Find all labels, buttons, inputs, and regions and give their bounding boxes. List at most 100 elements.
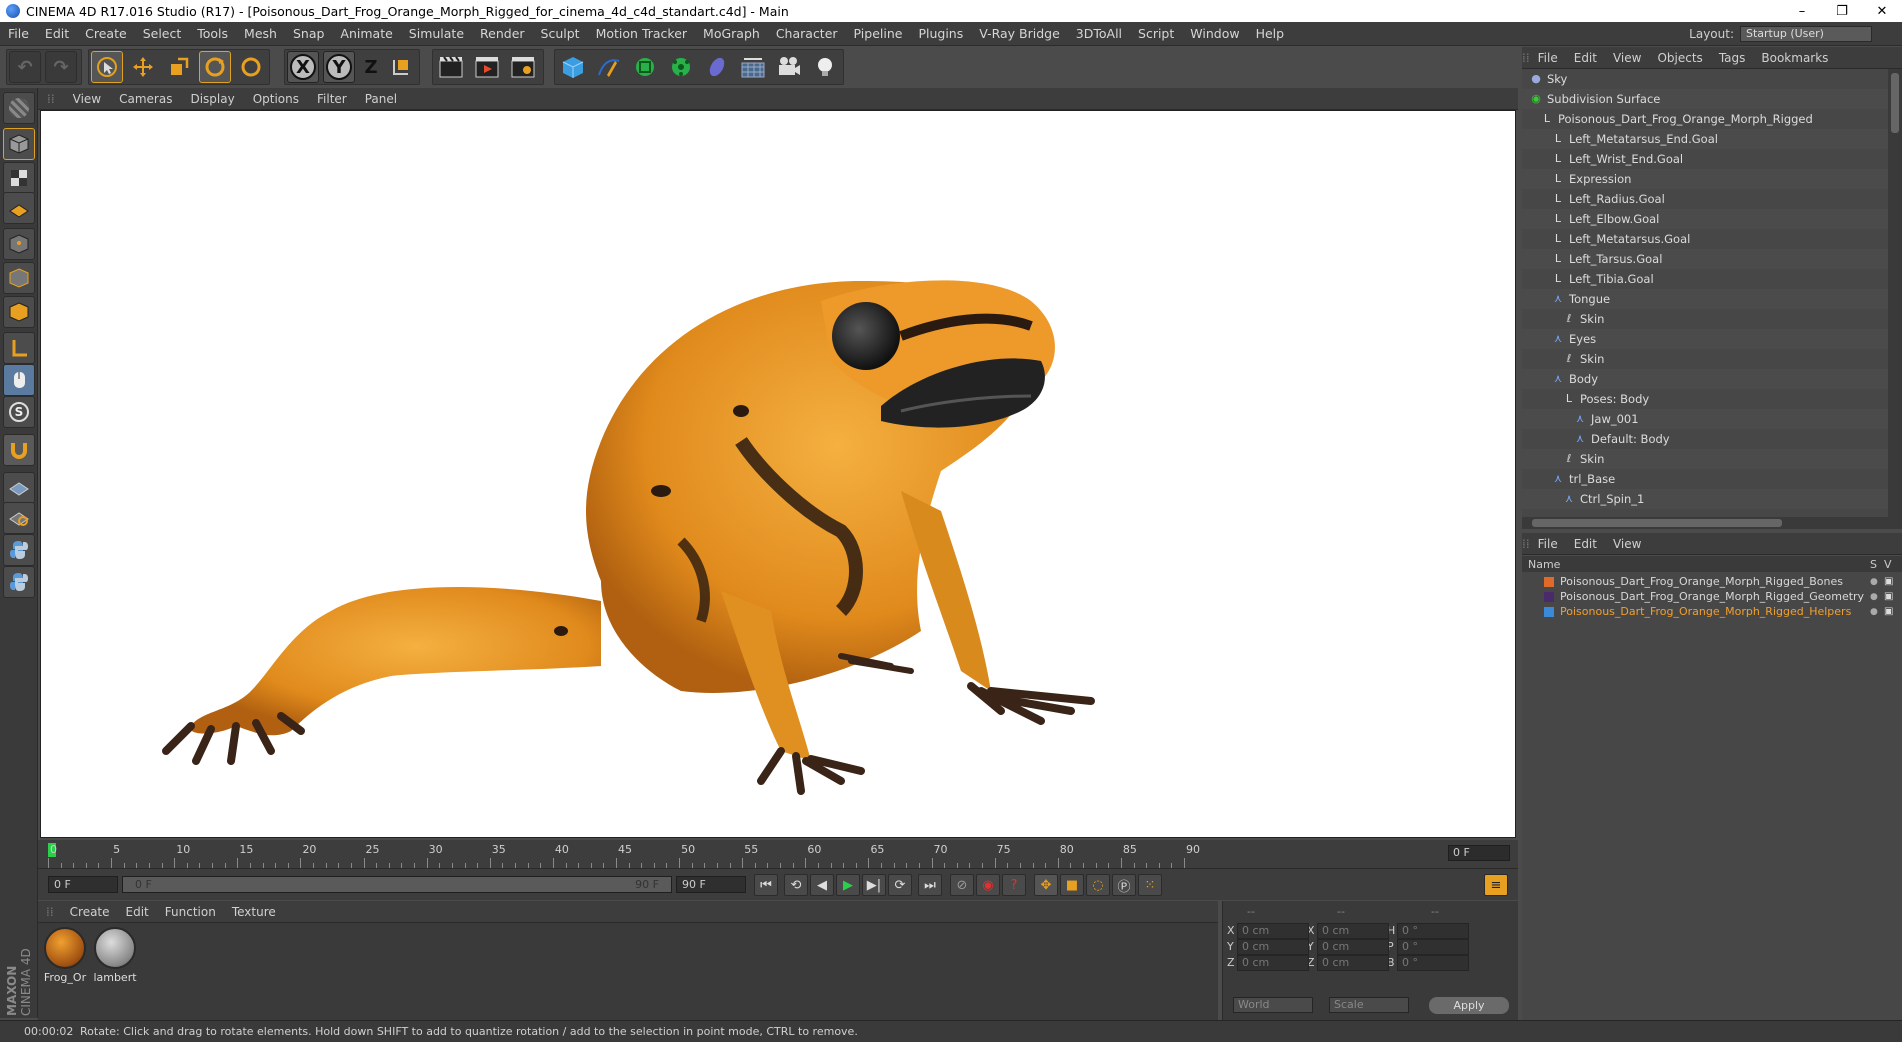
texture-mode-button[interactable] xyxy=(3,162,35,194)
model-mode-button[interactable] xyxy=(3,128,35,160)
play-button[interactable]: ▶ xyxy=(836,874,860,896)
hscrollbar-thumb[interactable] xyxy=(1532,519,1782,527)
render-view-button[interactable] xyxy=(435,51,467,83)
menu-file[interactable]: File xyxy=(0,26,37,41)
python-script-button-2[interactable] xyxy=(3,566,35,598)
menu-create[interactable]: Create xyxy=(77,26,135,41)
cube-button[interactable] xyxy=(557,51,589,83)
object-row[interactable]: ⋏ Eyes xyxy=(1522,329,1888,349)
object-row[interactable]: ● Sky xyxy=(1522,69,1888,89)
object-row[interactable]: ⋏ Ctrl_Spin_1 xyxy=(1522,489,1888,509)
menu-animate[interactable]: Animate xyxy=(332,26,400,41)
world-dropdown[interactable]: World xyxy=(1233,997,1313,1013)
layer-row[interactable]: Poisonous_Dart_Frog_Orange_Morph_Rigged_… xyxy=(1522,574,1902,589)
viewport-menu-options[interactable]: Options xyxy=(244,92,308,106)
coord-value-field[interactable]: 0 ° xyxy=(1397,923,1469,939)
layer-menu-edit[interactable]: Edit xyxy=(1566,537,1605,551)
object-tree-hscrollbar[interactable] xyxy=(1522,517,1902,529)
menu-tools[interactable]: Tools xyxy=(189,26,236,41)
perspective-viewport[interactable] xyxy=(40,110,1516,838)
tweak-mode-button[interactable] xyxy=(3,364,35,396)
object-row[interactable]: ⋏ Tongue xyxy=(1522,289,1888,309)
autokeying-button[interactable]: ◉ xyxy=(976,874,1000,896)
subdivision-button[interactable] xyxy=(629,51,661,83)
rotate-tool-button[interactable] xyxy=(199,51,231,83)
coord-value-field[interactable]: 0 cm xyxy=(1317,923,1389,939)
axis-mode-button[interactable] xyxy=(3,332,35,364)
z-axis-lock-button[interactable]: Z xyxy=(355,51,387,83)
object-menu-bookmarks[interactable]: Bookmarks xyxy=(1753,51,1836,65)
object-row[interactable]: L Left_Wrist_End.Goal xyxy=(1522,149,1888,169)
render-settings-button[interactable] xyxy=(507,51,539,83)
go-to-next-key-button[interactable]: ⟳ xyxy=(888,874,912,896)
layer-menu-file[interactable]: File xyxy=(1530,537,1566,551)
material-menu-edit[interactable]: Edit xyxy=(118,905,157,919)
coord-value-field[interactable]: 0 ° xyxy=(1397,939,1469,955)
timeline-ruler[interactable]: 0 F 0 5 10 15 20 25 30 35 40 45 50 55 60 65 70 75 80 85 90 xyxy=(38,840,1518,868)
menu-mograph[interactable]: MoGraph xyxy=(695,26,768,41)
panel-grip-icon[interactable]: ⁞⁞ xyxy=(38,905,62,919)
edges-mode-button[interactable] xyxy=(3,262,35,294)
scale-tool-button[interactable] xyxy=(163,51,195,83)
key-scale-button[interactable]: ■ xyxy=(1060,874,1084,896)
rotate-snap-button[interactable] xyxy=(3,502,35,534)
layer-color-swatch[interactable] xyxy=(1544,576,1554,587)
viewport-menu-display[interactable]: Display xyxy=(181,92,243,106)
next-frame-button[interactable]: ▶| xyxy=(862,874,886,896)
coord-value-field[interactable]: 0 cm xyxy=(1237,955,1309,971)
menu-help[interactable]: Help xyxy=(1248,26,1293,41)
python-script-button-1[interactable] xyxy=(3,534,35,566)
enable-quantizing-button[interactable] xyxy=(3,472,35,504)
object-row[interactable]: L Left_Elbow.Goal xyxy=(1522,209,1888,229)
coord-value-field[interactable]: 0 cm xyxy=(1317,955,1389,971)
snap-button[interactable]: S xyxy=(3,396,35,428)
object-row[interactable]: L Left_Metatarsus_End.Goal xyxy=(1522,129,1888,149)
object-row[interactable]: ⋏ Jaw_001 xyxy=(1522,409,1888,429)
object-row[interactable]: L Expression xyxy=(1522,169,1888,189)
workplane-mode-button[interactable] xyxy=(3,192,35,224)
object-menu-tags[interactable]: Tags xyxy=(1711,51,1754,65)
object-row[interactable]: ℓ Skin xyxy=(1522,349,1888,369)
y-axis-lock-button[interactable]: Y xyxy=(323,51,355,83)
preview-range-slider[interactable]: 0 F 90 F xyxy=(122,876,672,893)
viewport-menu-cameras[interactable]: Cameras xyxy=(110,92,181,106)
magnet-button[interactable] xyxy=(3,434,35,466)
keyframe-selection-button[interactable]: ? xyxy=(1002,874,1026,896)
material-menu-create[interactable]: Create xyxy=(62,905,118,919)
layer-menu-view[interactable]: View xyxy=(1605,537,1649,551)
panel-grip-icon[interactable]: ⁞⁞ xyxy=(1522,537,1530,551)
object-row[interactable]: ⋏ Body xyxy=(1522,369,1888,389)
previous-frame-button[interactable]: ◀ xyxy=(810,874,834,896)
menu-simulate[interactable]: Simulate xyxy=(401,26,472,41)
object-row[interactable]: L Poisonous_Dart_Frog_Orange_Morph_Rigged xyxy=(1522,109,1888,129)
object-row[interactable]: ◉ Subdivision Surface xyxy=(1522,89,1888,109)
record-keys-button[interactable]: ⊘ xyxy=(950,874,974,896)
scale-dropdown[interactable]: Scale xyxy=(1329,997,1409,1013)
make-editable-button[interactable] xyxy=(3,92,35,124)
end-frame-field[interactable]: 90 F xyxy=(676,876,746,893)
layer-color-swatch[interactable] xyxy=(1544,591,1554,602)
object-row[interactable]: L Poses: Body xyxy=(1522,389,1888,409)
viewport-menu-filter[interactable]: Filter xyxy=(308,92,356,106)
layer-solo-toggle[interactable]: ● xyxy=(1870,607,1884,617)
menu-mesh[interactable]: Mesh xyxy=(236,26,285,41)
current-frame-field[interactable]: 0 F xyxy=(1448,845,1510,861)
menu-character[interactable]: Character xyxy=(768,26,846,41)
object-row[interactable]: L Left_Radius.Goal xyxy=(1522,189,1888,209)
menu-plugins[interactable]: Plugins xyxy=(910,26,971,41)
start-frame-field[interactable]: 0 F xyxy=(48,876,118,893)
menu-motion-tracker[interactable]: Motion Tracker xyxy=(588,26,695,41)
viewport-menu-view[interactable]: View xyxy=(64,92,110,106)
menu-window[interactable]: Window xyxy=(1182,26,1247,41)
floor-button[interactable] xyxy=(737,51,769,83)
move-tool-button[interactable] xyxy=(127,51,159,83)
key-parameter-button[interactable]: Ⓟ xyxy=(1112,874,1136,896)
menu-script[interactable]: Script xyxy=(1130,26,1182,41)
layer-solo-toggle[interactable]: ● xyxy=(1870,577,1884,587)
panel-grip-icon[interactable]: ⁞⁞ xyxy=(1522,51,1530,65)
go-to-previous-key-button[interactable]: ⟲ xyxy=(784,874,808,896)
scrollbar-thumb[interactable] xyxy=(1891,73,1899,133)
object-row[interactable]: ℓ Skin xyxy=(1522,449,1888,469)
coord-value-field[interactable]: 0 cm xyxy=(1237,939,1309,955)
object-tree-scrollbar[interactable] xyxy=(1888,69,1902,517)
